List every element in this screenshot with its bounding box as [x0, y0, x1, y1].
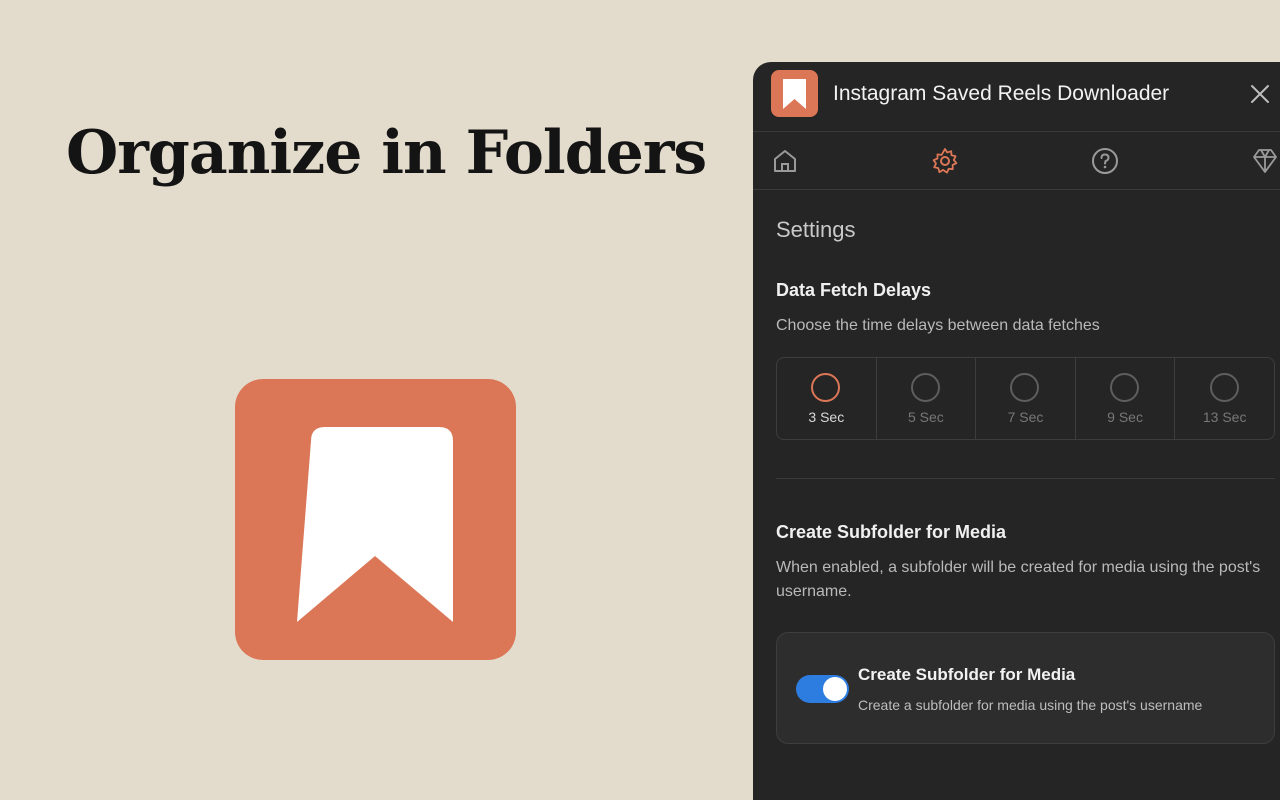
section-divider	[776, 478, 1275, 479]
radio-button[interactable]	[1110, 373, 1140, 402]
fetch-delays-description: Choose the time delays between data fetc…	[776, 317, 1100, 334]
bookmark-icon	[297, 427, 453, 622]
extension-panel: Instagram Saved Reels Downloader Setting…	[753, 62, 1280, 800]
radio-button[interactable]	[811, 373, 841, 402]
bookmark-icon	[783, 79, 806, 109]
subfolder-toggle-card: Create Subfolder for Media Create a subf…	[776, 632, 1275, 744]
subfolder-toggle[interactable]	[796, 675, 849, 703]
tab-help[interactable]	[1091, 147, 1119, 175]
close-button[interactable]	[1249, 83, 1271, 105]
close-icon	[1251, 85, 1269, 103]
delay-option-label: 3 Sec	[808, 409, 845, 425]
gear-icon	[932, 148, 958, 174]
delay-option-5[interactable]: 5 Sec	[877, 358, 977, 439]
settings-title: Settings	[776, 217, 856, 242]
diamond-icon	[1253, 149, 1277, 173]
tab-settings[interactable]	[931, 147, 959, 175]
radio-button[interactable]	[1209, 373, 1239, 402]
subfolder-heading: Create Subfolder for Media	[776, 522, 1007, 542]
tab-bar	[753, 132, 1280, 190]
delay-option-label: 7 Sec	[1007, 409, 1044, 425]
delay-option-7[interactable]: 7 Sec	[976, 358, 1076, 439]
tab-premium[interactable]	[1251, 147, 1279, 175]
home-icon	[774, 150, 796, 172]
delay-option-label: 13 Sec	[1202, 409, 1247, 425]
toggle-description: Create a subfolder for media using the p…	[858, 697, 1203, 713]
delay-option-label: 9 Sec	[1107, 409, 1143, 425]
panel-header: Instagram Saved Reels Downloader	[753, 62, 1280, 132]
app-logo-large	[235, 379, 516, 660]
tab-home[interactable]	[771, 147, 799, 175]
radio-button[interactable]	[1010, 373, 1040, 402]
toggle-knob	[823, 677, 847, 701]
delay-option-label: 5 Sec	[907, 409, 944, 425]
toggle-title: Create Subfolder for Media	[858, 665, 1076, 684]
fetch-delays-heading: Data Fetch Delays	[776, 280, 932, 300]
app-logo-small	[771, 70, 818, 117]
app-title: Instagram Saved Reels Downloader	[833, 82, 1170, 105]
delay-option-3[interactable]: 3 Sec	[777, 358, 877, 439]
delay-options: 3 Sec 5 Sec 7 Sec 9 Sec 13 Sec	[776, 357, 1275, 440]
help-icon	[1092, 148, 1118, 174]
radio-button[interactable]	[910, 373, 940, 402]
delay-option-13[interactable]: 13 Sec	[1175, 358, 1274, 439]
subfolder-description: When enabled, a subfolder will be create…	[776, 559, 1261, 600]
page-headline: Organize in Folders	[66, 118, 707, 188]
delay-option-9[interactable]: 9 Sec	[1076, 358, 1176, 439]
